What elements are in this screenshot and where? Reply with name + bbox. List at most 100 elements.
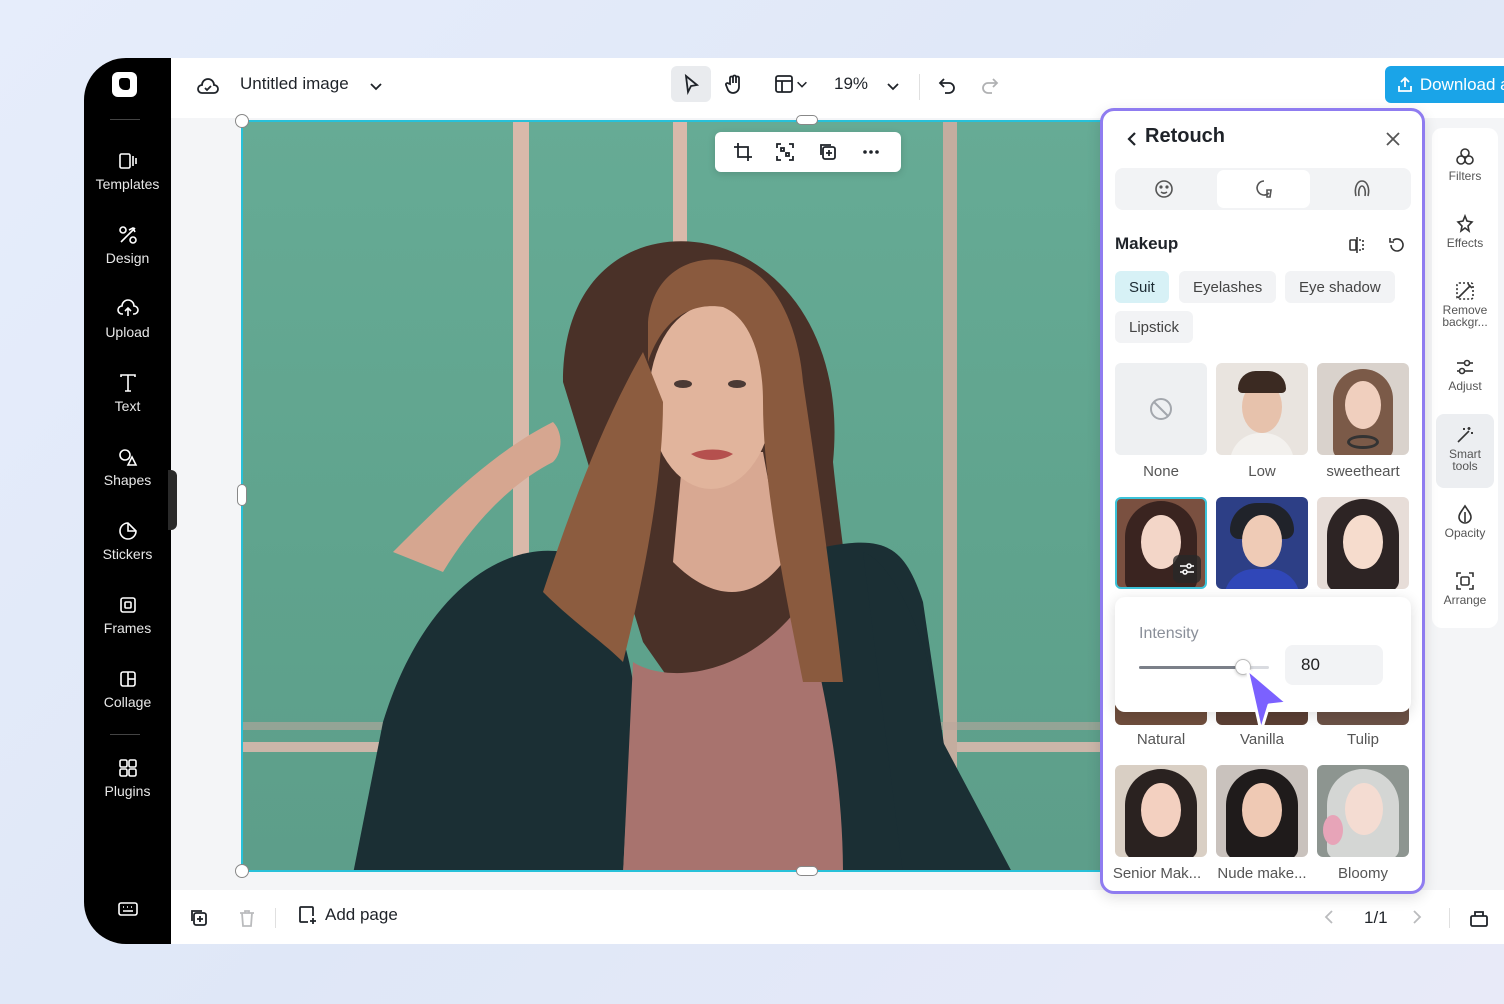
rail-item-arrange[interactable]: Arrange	[1436, 560, 1494, 624]
rail-item-effects[interactable]: Effects	[1436, 203, 1494, 267]
sidebar-item-shapes[interactable]: Shapes	[84, 446, 171, 510]
resize-handle[interactable]	[235, 864, 249, 878]
add-page-copy-button[interactable]	[187, 906, 211, 930]
frames-icon	[119, 597, 136, 613]
delete-page-button[interactable]	[235, 906, 259, 930]
close-panel-button[interactable]	[1381, 127, 1405, 151]
sidebar-item-templates[interactable]: Templates	[84, 150, 171, 214]
redo-button[interactable]	[977, 72, 1003, 98]
sidebar-item-collage[interactable]: Collage	[84, 668, 171, 732]
preset-bloomy[interactable]	[1317, 765, 1409, 857]
preset-label: Tulip	[1347, 731, 1379, 748]
more-options-button[interactable]	[859, 140, 883, 164]
sidebar-item-stickers[interactable]: Stickers	[84, 520, 171, 584]
plugins-icon	[118, 759, 137, 777]
left-sidebar: Templates Design Upload Text Shapes Stic…	[84, 58, 171, 944]
intensity-label: Intensity	[1139, 625, 1199, 642]
next-page-button[interactable]	[1407, 906, 1427, 928]
resize-handle[interactable]	[237, 484, 247, 506]
retouch-panel: Retouch Makeup Suit Eyelashes Eye shadow…	[1100, 108, 1425, 894]
duplicate-button[interactable]	[816, 140, 840, 164]
sidebar-item-plugins[interactable]: Plugins	[84, 757, 171, 821]
image-context-toolbar	[715, 132, 901, 172]
title-menu-button[interactable]	[366, 76, 386, 96]
tab-hair[interactable]	[1315, 170, 1408, 208]
add-page-button[interactable]: Add page	[297, 904, 398, 926]
reset-button[interactable]	[1385, 233, 1409, 257]
bottom-bar: Add page 1/1	[171, 890, 1504, 944]
design-icon	[118, 226, 137, 244]
compare-icon	[1349, 237, 1364, 253]
hand-icon	[725, 74, 740, 94]
chevron-down-icon	[797, 81, 807, 88]
canvas-image[interactable]	[241, 120, 1105, 872]
layout-icon	[775, 75, 793, 93]
sidebar-item-label: Design	[105, 250, 150, 266]
chip-suit[interactable]: Suit	[1115, 271, 1169, 303]
preset-selected[interactable]	[1115, 497, 1207, 589]
preset-cool[interactable]	[1216, 497, 1308, 589]
cloud-save-button[interactable]	[195, 74, 221, 100]
toolbar-divider	[919, 74, 920, 100]
sidebar-item-label: Frames	[103, 620, 152, 636]
chip-eye-shadow[interactable]: Eye shadow	[1285, 271, 1395, 303]
section-title: Makeup	[1115, 234, 1179, 253]
chevron-down-icon	[887, 83, 899, 91]
rail-item-label: Remove backgr...	[1442, 303, 1488, 329]
preset-settings-button[interactable]	[1173, 555, 1201, 583]
intensity-input[interactable]: 80	[1285, 645, 1383, 685]
preset-nude-makeup[interactable]	[1216, 765, 1308, 857]
chevron-left-icon	[1324, 910, 1333, 924]
makeup-icon	[1255, 180, 1272, 198]
undo-button[interactable]	[934, 72, 960, 98]
rail-item-remove-background[interactable]: Remove backgr...	[1436, 270, 1494, 344]
sidebar-collapse-handle[interactable]	[168, 470, 177, 530]
sidebar-item-label: Plugins	[104, 783, 151, 799]
preset-soft[interactable]	[1317, 497, 1409, 589]
rail-item-label: Filters	[1448, 169, 1482, 183]
sidebar-item-upload[interactable]: Upload	[84, 298, 171, 362]
chip-eyelashes[interactable]: Eyelashes	[1179, 271, 1277, 303]
app-logo-icon[interactable]	[112, 72, 137, 97]
document-title[interactable]: Untitled image	[240, 74, 349, 94]
shapes-icon	[118, 449, 137, 466]
download-all-button[interactable]: Download all	[1385, 66, 1504, 103]
resize-handle[interactable]	[235, 114, 249, 128]
prev-page-button[interactable]	[1319, 906, 1339, 928]
rail-item-smart-tools[interactable]: Smart tools	[1436, 414, 1494, 488]
layout-dropdown[interactable]	[767, 66, 815, 102]
page-panel-button[interactable]	[1467, 906, 1491, 930]
tab-face[interactable]	[1117, 170, 1210, 208]
compare-button[interactable]	[1345, 233, 1369, 257]
right-tool-rail: Filters Effects Remove backgr... Adjust …	[1432, 128, 1498, 628]
smart-tools-icon	[1457, 427, 1473, 443]
zoom-dropdown-button[interactable]	[883, 76, 903, 96]
resize-handle[interactable]	[796, 115, 818, 125]
preset-none[interactable]	[1115, 363, 1207, 455]
preset-label: Nude make...	[1217, 865, 1307, 882]
sidebar-item-text[interactable]: Text	[84, 372, 171, 436]
zoom-level[interactable]: 19%	[834, 74, 868, 94]
rail-item-adjust[interactable]: Adjust	[1436, 346, 1494, 410]
sidebar-item-frames[interactable]: Frames	[84, 594, 171, 658]
smart-select-button[interactable]	[773, 140, 797, 164]
hand-tool-button[interactable]	[716, 66, 752, 102]
tab-makeup[interactable]	[1217, 170, 1310, 208]
sidebar-divider	[110, 734, 140, 735]
crop-button[interactable]	[731, 140, 755, 164]
rail-item-opacity[interactable]: Opacity	[1436, 493, 1494, 557]
preset-senior-makeup[interactable]	[1115, 765, 1207, 857]
rail-item-filters[interactable]: Filters	[1436, 136, 1494, 200]
preset-low[interactable]	[1216, 363, 1308, 455]
select-tool-button[interactable]	[671, 66, 711, 102]
none-icon	[1150, 398, 1172, 420]
chip-lipstick[interactable]: Lipstick	[1115, 311, 1194, 343]
export-icon	[1397, 76, 1412, 92]
back-button[interactable]	[1121, 127, 1143, 151]
rail-item-label: Arrange	[1443, 593, 1487, 607]
resize-handle[interactable]	[796, 866, 818, 876]
add-page-icon	[299, 906, 316, 924]
sidebar-item-design[interactable]: Design	[84, 224, 171, 288]
preset-sweetheart[interactable]	[1317, 363, 1409, 455]
keyboard-shortcuts-button[interactable]	[84, 898, 171, 922]
